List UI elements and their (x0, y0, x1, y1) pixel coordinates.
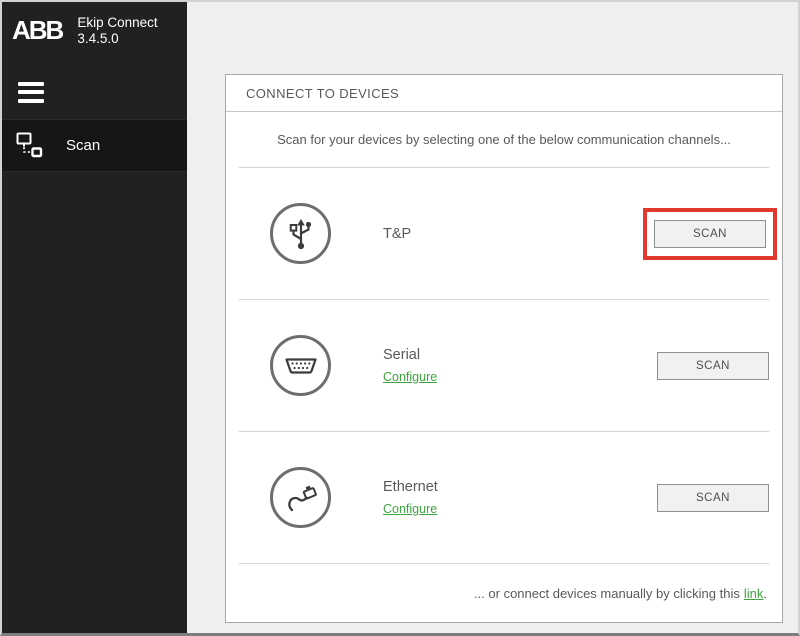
manual-connect-link[interactable]: link (744, 586, 764, 601)
sidebar-item-scan[interactable]: Scan (2, 119, 187, 172)
scan-button-tp[interactable]: SCAN (654, 220, 766, 248)
scan-area: SCAN (657, 352, 769, 380)
channel-info: Ethernet Configure (383, 479, 438, 516)
channel-info: T&P (383, 226, 411, 242)
sidebar: ABB Ekip Connect 3.4.5.0 Scan (2, 2, 187, 633)
channel-info: Serial Configure (383, 347, 437, 384)
channel-row-tp: T&P SCAN (226, 168, 782, 299)
ethernet-icon (270, 467, 331, 528)
configure-link-serial[interactable]: Configure (383, 370, 437, 384)
scan-area: SCAN (643, 208, 769, 260)
menu-toggle-button[interactable] (18, 82, 44, 103)
channel-name-serial: Serial (383, 347, 437, 363)
red-highlight-annotation: SCAN (643, 208, 777, 260)
abb-logo: ABB (12, 17, 62, 43)
app-name: Ekip Connect (77, 15, 157, 31)
app-info: Ekip Connect 3.4.5.0 (77, 15, 157, 48)
serial-port-icon (270, 335, 331, 396)
channel-name-ethernet: Ethernet (383, 479, 438, 495)
hamburger-icon (18, 82, 44, 86)
connect-panel: CONNECT TO DEVICES Scan for your devices… (225, 74, 783, 623)
scan-area: SCAN (657, 484, 769, 512)
usb-icon (270, 203, 331, 264)
panel-description: Scan for your devices by selecting one o… (226, 112, 782, 167)
channel-row-ethernet: Ethernet Configure SCAN (226, 432, 782, 563)
main-content: CONNECT TO DEVICES Scan for your devices… (187, 2, 798, 633)
channel-name-tp: T&P (383, 226, 411, 242)
panel-footer: ... or connect devices manually by click… (226, 564, 782, 622)
scan-button-ethernet[interactable]: SCAN (657, 484, 769, 512)
network-scan-icon (15, 130, 45, 160)
footer-text-end: . (763, 586, 767, 601)
app-version: 3.4.5.0 (77, 31, 157, 47)
channel-row-serial: Serial Configure SCAN (226, 300, 782, 431)
footer-text: ... or connect devices manually by click… (474, 586, 740, 601)
configure-link-ethernet[interactable]: Configure (383, 502, 437, 516)
panel-title: CONNECT TO DEVICES (226, 75, 782, 112)
brand: ABB Ekip Connect 3.4.5.0 (2, 2, 187, 48)
sidebar-item-label: Scan (66, 137, 100, 154)
scan-button-serial[interactable]: SCAN (657, 352, 769, 380)
app-window: ABB Ekip Connect 3.4.5.0 Scan CONNECT TO… (0, 0, 800, 636)
